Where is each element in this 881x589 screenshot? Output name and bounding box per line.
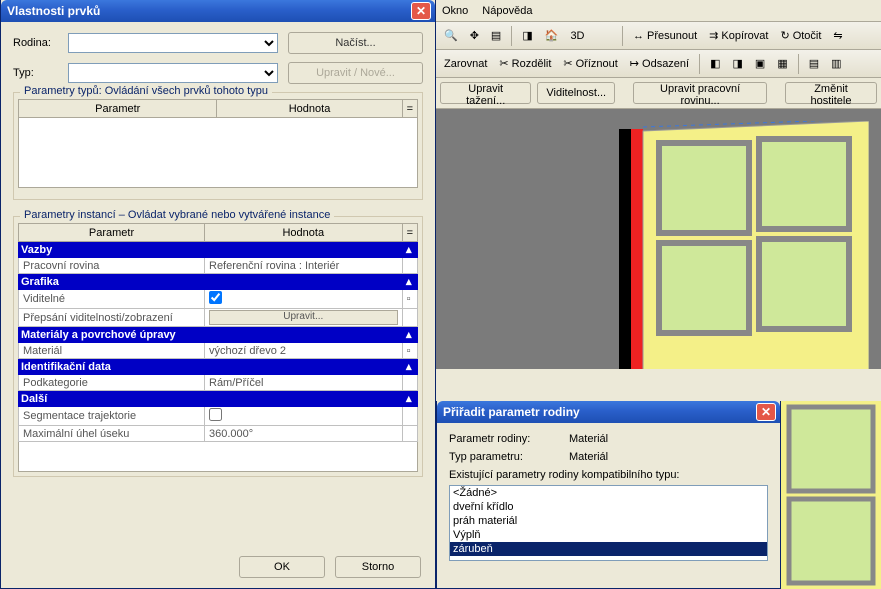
change-host-button[interactable]: Změnit hostitele — [785, 82, 877, 104]
pan-icon[interactable]: ✥ — [466, 27, 483, 44]
list-item[interactable]: <Žádné> — [450, 486, 767, 500]
list-item[interactable]: práh materiál — [450, 514, 767, 528]
col-value[interactable]: Hodnota — [205, 224, 403, 242]
house-icon[interactable]: 🏠 — [541, 27, 563, 44]
move-button[interactable]: ↔ Přesunout — [629, 28, 701, 44]
cancel-button[interactable]: Storno — [335, 556, 421, 578]
cube-icon[interactable]: ◨ — [518, 27, 536, 44]
action-bar: Upravit tažení... Viditelnost... Upravit… — [436, 78, 881, 109]
instance-params-group: Parametry instancí – Ovládat vybrané neb… — [13, 216, 423, 477]
edit-visibility-button[interactable]: Upravit... — [209, 310, 398, 325]
param-value: Materiál — [569, 433, 608, 445]
model-preview — [619, 121, 869, 369]
tool-icon-4[interactable]: ▦ — [773, 55, 791, 72]
copy-button[interactable]: ⇉ Kopírovat — [705, 27, 772, 44]
type-label: Typ parametru: — [449, 451, 569, 463]
tool-icon-6[interactable]: ▥ — [827, 55, 845, 72]
table-row[interactable]: Materiál výchozí dřevo 2 ▫ — [19, 343, 418, 359]
list-item[interactable]: dveřní křídlo — [450, 500, 767, 514]
edit-sweep-button[interactable]: Upravit tažení... — [440, 82, 531, 104]
collapse-icon[interactable]: ▴ — [402, 391, 417, 407]
toolbar-modify: ↔ Přesunout ⇉ Kopírovat ↻ Otočit ⇋ — [616, 22, 881, 50]
tool-icon-3[interactable]: ▣ — [751, 55, 769, 72]
col-param[interactable]: Parametr — [19, 100, 217, 118]
compatible-params-listbox[interactable]: <Žádné> dveřní křídlo práh materiál Výpl… — [449, 485, 768, 561]
dialog-title: Přiřadit parametr rodiny — [441, 405, 756, 419]
collapse-icon[interactable]: ▴ — [402, 242, 417, 258]
section-vazby[interactable]: Vazby ▴ — [19, 242, 418, 258]
element-properties-dialog: Vlastnosti prvků ✕ Rodina: Načíst... Typ… — [0, 0, 436, 589]
offset-button[interactable]: ↦ Odsazení — [626, 55, 693, 72]
instance-params-table: Parametr Hodnota = Vazby ▴ Pracovní rovi… — [18, 223, 418, 442]
table-row[interactable]: Přepsání viditelnosti/zobrazení Upravit.… — [19, 309, 418, 327]
edit-new-button[interactable]: Upravit / Nové... — [288, 62, 423, 84]
trim-button[interactable]: ✂ Oříznout — [559, 55, 621, 72]
3d-button[interactable]: 3D — [566, 28, 588, 44]
toolbar-align: Zarovnat ✂ Rozdělit ✂ Oříznout ↦ Odsazen… — [436, 50, 881, 78]
type-params-group: Parametry typů: Ovládání všech prvků toh… — [13, 92, 423, 200]
tool-icon-1[interactable]: ◧ — [706, 55, 724, 72]
split-button[interactable]: ✂ Rozdělit — [495, 55, 555, 72]
list-item[interactable]: zárubeň — [450, 542, 767, 556]
trajectory-checkbox[interactable] — [209, 408, 222, 421]
list-icon[interactable]: ▤ — [487, 27, 505, 44]
col-eq[interactable]: = — [402, 100, 417, 118]
section-materialy[interactable]: Materiály a povrchové úpravy ▴ — [19, 327, 418, 343]
titlebar[interactable]: Vlastnosti prvků ✕ — [1, 0, 435, 22]
table-row[interactable]: Segmentace trajektorie — [19, 407, 418, 426]
edit-workplane-button[interactable]: Upravit pracovní rovinu... — [633, 82, 767, 104]
col-eq[interactable]: = — [402, 224, 417, 242]
ok-button[interactable]: OK — [239, 556, 325, 578]
viewport-strip[interactable] — [781, 401, 881, 589]
family-select[interactable] — [68, 33, 278, 53]
param-label: Parametr rodiny: — [449, 433, 569, 445]
dialog-title: Vlastnosti prvků — [5, 4, 411, 18]
toolbar-view: 🔍 ✥ ▤ ◨ 🏠 3D — [436, 22, 616, 50]
3d-viewport[interactable] — [436, 109, 881, 369]
table-row[interactable]: Maximální úhel úseku 360.000° — [19, 426, 418, 442]
collapse-icon[interactable]: ▴ — [402, 327, 417, 343]
type-label: Typ: — [13, 67, 68, 79]
collapse-icon[interactable]: ▴ — [402, 359, 417, 375]
table-row[interactable]: Podkategorie Rám/Příčel — [19, 375, 418, 391]
list-label: Existující parametry rodiny kompatibilní… — [449, 469, 768, 481]
type-params-legend: Parametry typů: Ovládání všech prvků toh… — [20, 85, 272, 97]
collapse-icon[interactable]: ▴ — [402, 274, 417, 290]
close-icon[interactable]: ✕ — [756, 403, 776, 421]
visibility-button[interactable]: Viditelnost... — [537, 82, 615, 104]
menu-napoveda[interactable]: Nápověda — [482, 5, 532, 17]
type-select[interactable] — [68, 63, 278, 83]
table-row[interactable]: Viditelné ▫ — [19, 290, 418, 309]
col-value[interactable]: Hodnota — [217, 100, 402, 118]
menubar: Okno Nápověda — [436, 0, 881, 22]
instance-params-legend: Parametry instancí – Ovládat vybrané neb… — [20, 209, 334, 221]
load-button[interactable]: Načíst... — [288, 32, 423, 54]
close-icon[interactable]: ✕ — [411, 2, 431, 20]
type-value: Materiál — [569, 451, 608, 463]
model-preview-lower — [781, 401, 881, 589]
zoom-icon[interactable]: 🔍 — [440, 27, 462, 44]
section-dalsi[interactable]: Další ▴ — [19, 391, 418, 407]
tool-icon-2[interactable]: ◨ — [729, 55, 747, 72]
visible-checkbox[interactable] — [209, 291, 222, 304]
align-button[interactable]: Zarovnat — [440, 56, 491, 72]
section-grafika[interactable]: Grafika ▴ — [19, 274, 418, 290]
family-label: Rodina: — [13, 37, 68, 49]
col-param[interactable]: Parametr — [19, 224, 205, 242]
mirror-icon[interactable]: ⇋ — [829, 27, 846, 44]
section-ident[interactable]: Identifikační data ▴ — [19, 359, 418, 375]
assign-parameter-dialog: Přiřadit parametr rodiny ✕ Parametr rodi… — [436, 401, 781, 589]
type-params-table: Parametr Hodnota = — [18, 99, 418, 118]
table-row[interactable]: Pracovní rovina Referenční rovina : Inte… — [19, 258, 418, 274]
tool-icon-5[interactable]: ▤ — [805, 55, 823, 72]
list-item[interactable]: Výplň — [450, 528, 767, 542]
type-params-empty — [18, 118, 418, 188]
rotate-button[interactable]: ↻ Otočit — [776, 27, 825, 44]
titlebar[interactable]: Přiřadit parametr rodiny ✕ — [437, 401, 780, 423]
menu-okno[interactable]: Okno — [442, 5, 468, 17]
